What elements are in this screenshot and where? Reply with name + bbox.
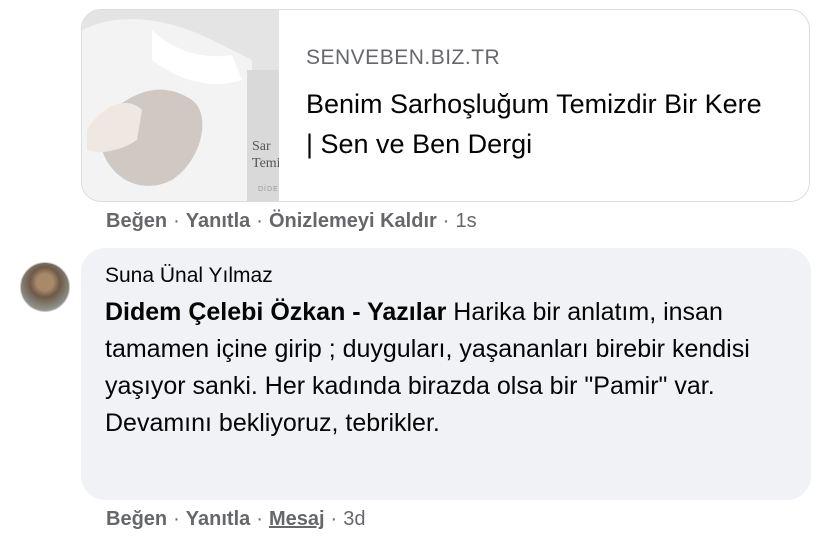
link-preview-body: SENVEBEN.BIZ.TR Benim Sarhoşluğum Temizd… — [279, 10, 809, 201]
reply-button[interactable]: Yanıtla — [186, 210, 250, 232]
like-button[interactable]: Beğen — [106, 508, 167, 530]
top-divider — [0, 0, 827, 8]
like-button[interactable]: Beğen — [106, 210, 167, 232]
remove-preview-button[interactable]: Önizlemeyi Kaldır — [269, 210, 437, 232]
thumbnail-small-text: DİDE — [258, 186, 279, 193]
link-preview-card[interactable]: Sar Temi DİDE SENVEBEN.BIZ.TR Benim Sarh… — [81, 9, 810, 202]
link-thumbnail: Sar Temi DİDE — [82, 10, 279, 201]
comment-body: Didem Çelebi Özkan - Yazılar Harika bir … — [105, 294, 787, 442]
thumbnail-caption: Sar Temi — [252, 139, 279, 171]
separator: · — [256, 508, 263, 530]
message-button[interactable]: Mesaj — [269, 508, 325, 530]
separator: · — [442, 210, 450, 232]
separator: · — [173, 508, 180, 530]
comment-bubble: Suna Ünal Yılmaz Didem Çelebi Özkan - Ya… — [81, 248, 811, 500]
comment-actions-2: Beğen · Yanıtla · Mesaj · 3d — [106, 508, 365, 531]
link-title[interactable]: Benim Sarhoşluğum Temizdir Bir Kere | Se… — [306, 84, 766, 164]
mention-link[interactable]: Didem Çelebi Özkan - Yazılar — [105, 298, 446, 326]
comment-timestamp[interactable]: 3d — [343, 508, 365, 530]
avatar[interactable] — [20, 262, 70, 312]
comment-timestamp[interactable]: 1s — [455, 210, 476, 232]
comment-author[interactable]: Suna Ünal Yılmaz — [105, 264, 787, 288]
separator: · — [173, 210, 180, 232]
comment-actions-1: Beğen · Yanıtla · Önizlemeyi Kaldır · 1s — [106, 210, 477, 233]
reply-button[interactable]: Yanıtla — [186, 508, 250, 530]
link-domain: SENVEBEN.BIZ.TR — [306, 46, 501, 69]
separator: · — [330, 508, 338, 530]
separator: · — [256, 210, 263, 232]
